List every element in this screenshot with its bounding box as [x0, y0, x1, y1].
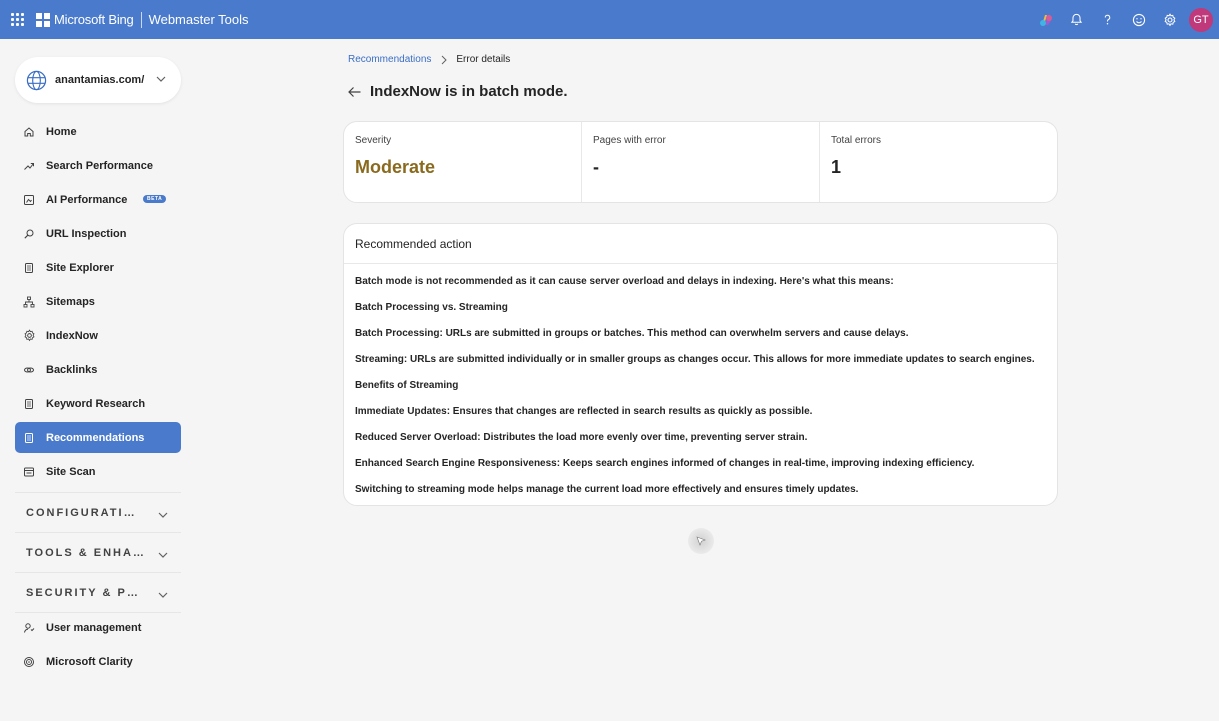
sidebar-item-search-performance[interactable]: Search Performance [15, 150, 181, 181]
sidebar-item-user-management[interactable]: User management [15, 612, 181, 643]
sidebar-group-tools[interactable]: TOOLS & ENHANCEMENTS [15, 532, 181, 572]
brand-divider [140, 11, 142, 28]
action-line: Batch mode is not recommended as it can … [355, 276, 894, 287]
globe-icon [25, 69, 47, 91]
sidebar-item-label: User management [46, 622, 142, 634]
sidebar-item-keyword-research[interactable]: Keyword Research [15, 388, 181, 419]
beta-badge: BETA [143, 195, 167, 203]
stat-severity: Severity Moderate [344, 122, 582, 202]
page-title: IndexNow is in batch mode. [370, 83, 568, 100]
sidebar-item-microsoft-clarity[interactable]: Microsoft Clarity [15, 646, 181, 677]
chevron-right-icon [439, 55, 448, 65]
ai-icon [22, 193, 36, 207]
clarity-icon [22, 655, 36, 669]
brand-name[interactable]: Microsoft Bing [54, 12, 134, 27]
stat-label: Pages with error [593, 135, 666, 146]
recommended-action-body: Batch mode is not recommended as it can … [344, 264, 1057, 509]
trend-icon [22, 159, 36, 173]
sidebar-item-label: Keyword Research [46, 397, 146, 410]
app-launcher-icon[interactable] [11, 12, 25, 27]
sidebar-item-recommendations[interactable]: Recommendations [15, 422, 181, 453]
stat-total-errors: Total errors 1 [820, 122, 1057, 202]
sidebar-item-label: Site Explorer [46, 261, 114, 274]
stat-label: Total errors [831, 135, 882, 146]
sidebar-item-backlinks[interactable]: Backlinks [15, 354, 181, 385]
search-icon [22, 227, 36, 241]
mouse-cursor-icon [688, 528, 714, 554]
site-name: anantamias.com/ [55, 74, 145, 86]
user-icon [22, 621, 36, 635]
back-arrow-icon[interactable] [346, 84, 362, 100]
feedback-icon[interactable] [1123, 0, 1154, 39]
breadcrumb-current: Error details [456, 54, 511, 65]
action-line: Streaming: URLs are submitted individual… [355, 354, 1035, 365]
group-label: SECURITY & PRIVACY [26, 586, 144, 599]
stats-card: Severity Moderate Pages with error - Tot… [343, 121, 1058, 203]
sidebar-item-site-explorer[interactable]: Site Explorer [15, 252, 181, 283]
sidebar-item-label: Backlinks [46, 363, 98, 376]
chevron-down-icon[interactable] [157, 548, 169, 566]
sidebar-item-label: AI Performance [46, 193, 128, 206]
home-icon [22, 125, 36, 139]
chevron-down-icon[interactable] [155, 72, 167, 90]
sidebar: anantamias.com/ Home Search Performance … [0, 39, 196, 721]
sidebar-item-label: Microsoft Clarity [46, 655, 133, 668]
action-line: Switching to streaming mode helps manage… [355, 484, 859, 495]
top-bar: Microsoft Bing Webmaster Tools GT [0, 0, 1219, 39]
link-icon [22, 363, 36, 377]
sidebar-item-label: Site Scan [46, 465, 96, 478]
stat-label: Severity [355, 135, 392, 146]
avatar[interactable]: GT [1189, 7, 1213, 32]
sidebar-group-configuration[interactable]: CONFIGURATION [15, 492, 181, 532]
action-line: Reduced Server Overload: Distributes the… [355, 432, 808, 443]
title-row: IndexNow is in batch mode. [346, 83, 568, 100]
document-icon [22, 397, 36, 411]
stat-pages-with-error: Pages with error - [582, 122, 820, 202]
action-line: Benefits of Streaming [355, 380, 459, 391]
chevron-down-icon[interactable] [157, 508, 169, 526]
document-icon [22, 261, 36, 275]
breadcrumb-recommendations[interactable]: Recommendations [348, 54, 431, 65]
site-picker[interactable]: anantamias.com/ [15, 57, 181, 103]
document-icon [22, 431, 36, 445]
stat-value: 1 [831, 157, 842, 177]
sidebar-item-site-scan[interactable]: Site Scan [15, 456, 181, 487]
gear-icon [22, 329, 36, 343]
sidebar-group-security[interactable]: SECURITY & PRIVACY [15, 572, 181, 612]
sidebar-item-label: Home [46, 125, 77, 138]
recommended-action-card: Recommended action Batch mode is not rec… [343, 223, 1058, 506]
microsoft-logo-icon [36, 12, 50, 27]
action-line: Batch Processing vs. Streaming [355, 302, 508, 313]
stat-value: - [593, 157, 599, 177]
action-line: Enhanced Search Engine Responsiveness: K… [355, 458, 975, 469]
sidebar-item-home[interactable]: Home [15, 116, 181, 147]
stat-value: Moderate [355, 157, 436, 177]
sidebar-item-indexnow[interactable]: IndexNow [15, 320, 181, 351]
sidebar-item-url-inspection[interactable]: URL Inspection [15, 218, 181, 249]
recommended-action-heading: Recommended action [344, 224, 1057, 264]
sidebar-item-ai-performance[interactable]: AI Performance BETA [15, 184, 181, 215]
gear-icon[interactable] [1154, 0, 1185, 39]
action-line: Batch Processing: URLs are submitted in … [355, 328, 909, 339]
group-label: CONFIGURATION [26, 506, 144, 519]
copilot-icon[interactable] [1030, 0, 1061, 39]
bell-icon[interactable] [1061, 0, 1092, 39]
sidebar-nav: Home Search Performance AI Performance B… [15, 116, 181, 490]
chevron-down-icon[interactable] [157, 588, 169, 606]
sidebar-bottom-nav: User management Microsoft Clarity [15, 612, 181, 680]
sitemap-icon [22, 295, 36, 309]
sidebar-item-label: URL Inspection [46, 227, 127, 240]
sidebar-item-label: Sitemaps [46, 295, 95, 308]
action-line: Immediate Updates: Ensures that changes … [355, 406, 813, 417]
scan-icon [22, 465, 36, 479]
sidebar-item-label: Recommendations [46, 431, 145, 444]
sidebar-item-label: Search Performance [46, 159, 153, 172]
group-label: TOOLS & ENHANCEMENTS [26, 546, 144, 559]
product-name[interactable]: Webmaster Tools [149, 12, 249, 27]
sidebar-item-label: IndexNow [46, 329, 98, 342]
breadcrumb: Recommendations Error details [348, 54, 510, 65]
top-bar-actions: GT [1030, 0, 1213, 39]
help-icon[interactable] [1092, 0, 1123, 39]
sidebar-item-sitemaps[interactable]: Sitemaps [15, 286, 181, 317]
